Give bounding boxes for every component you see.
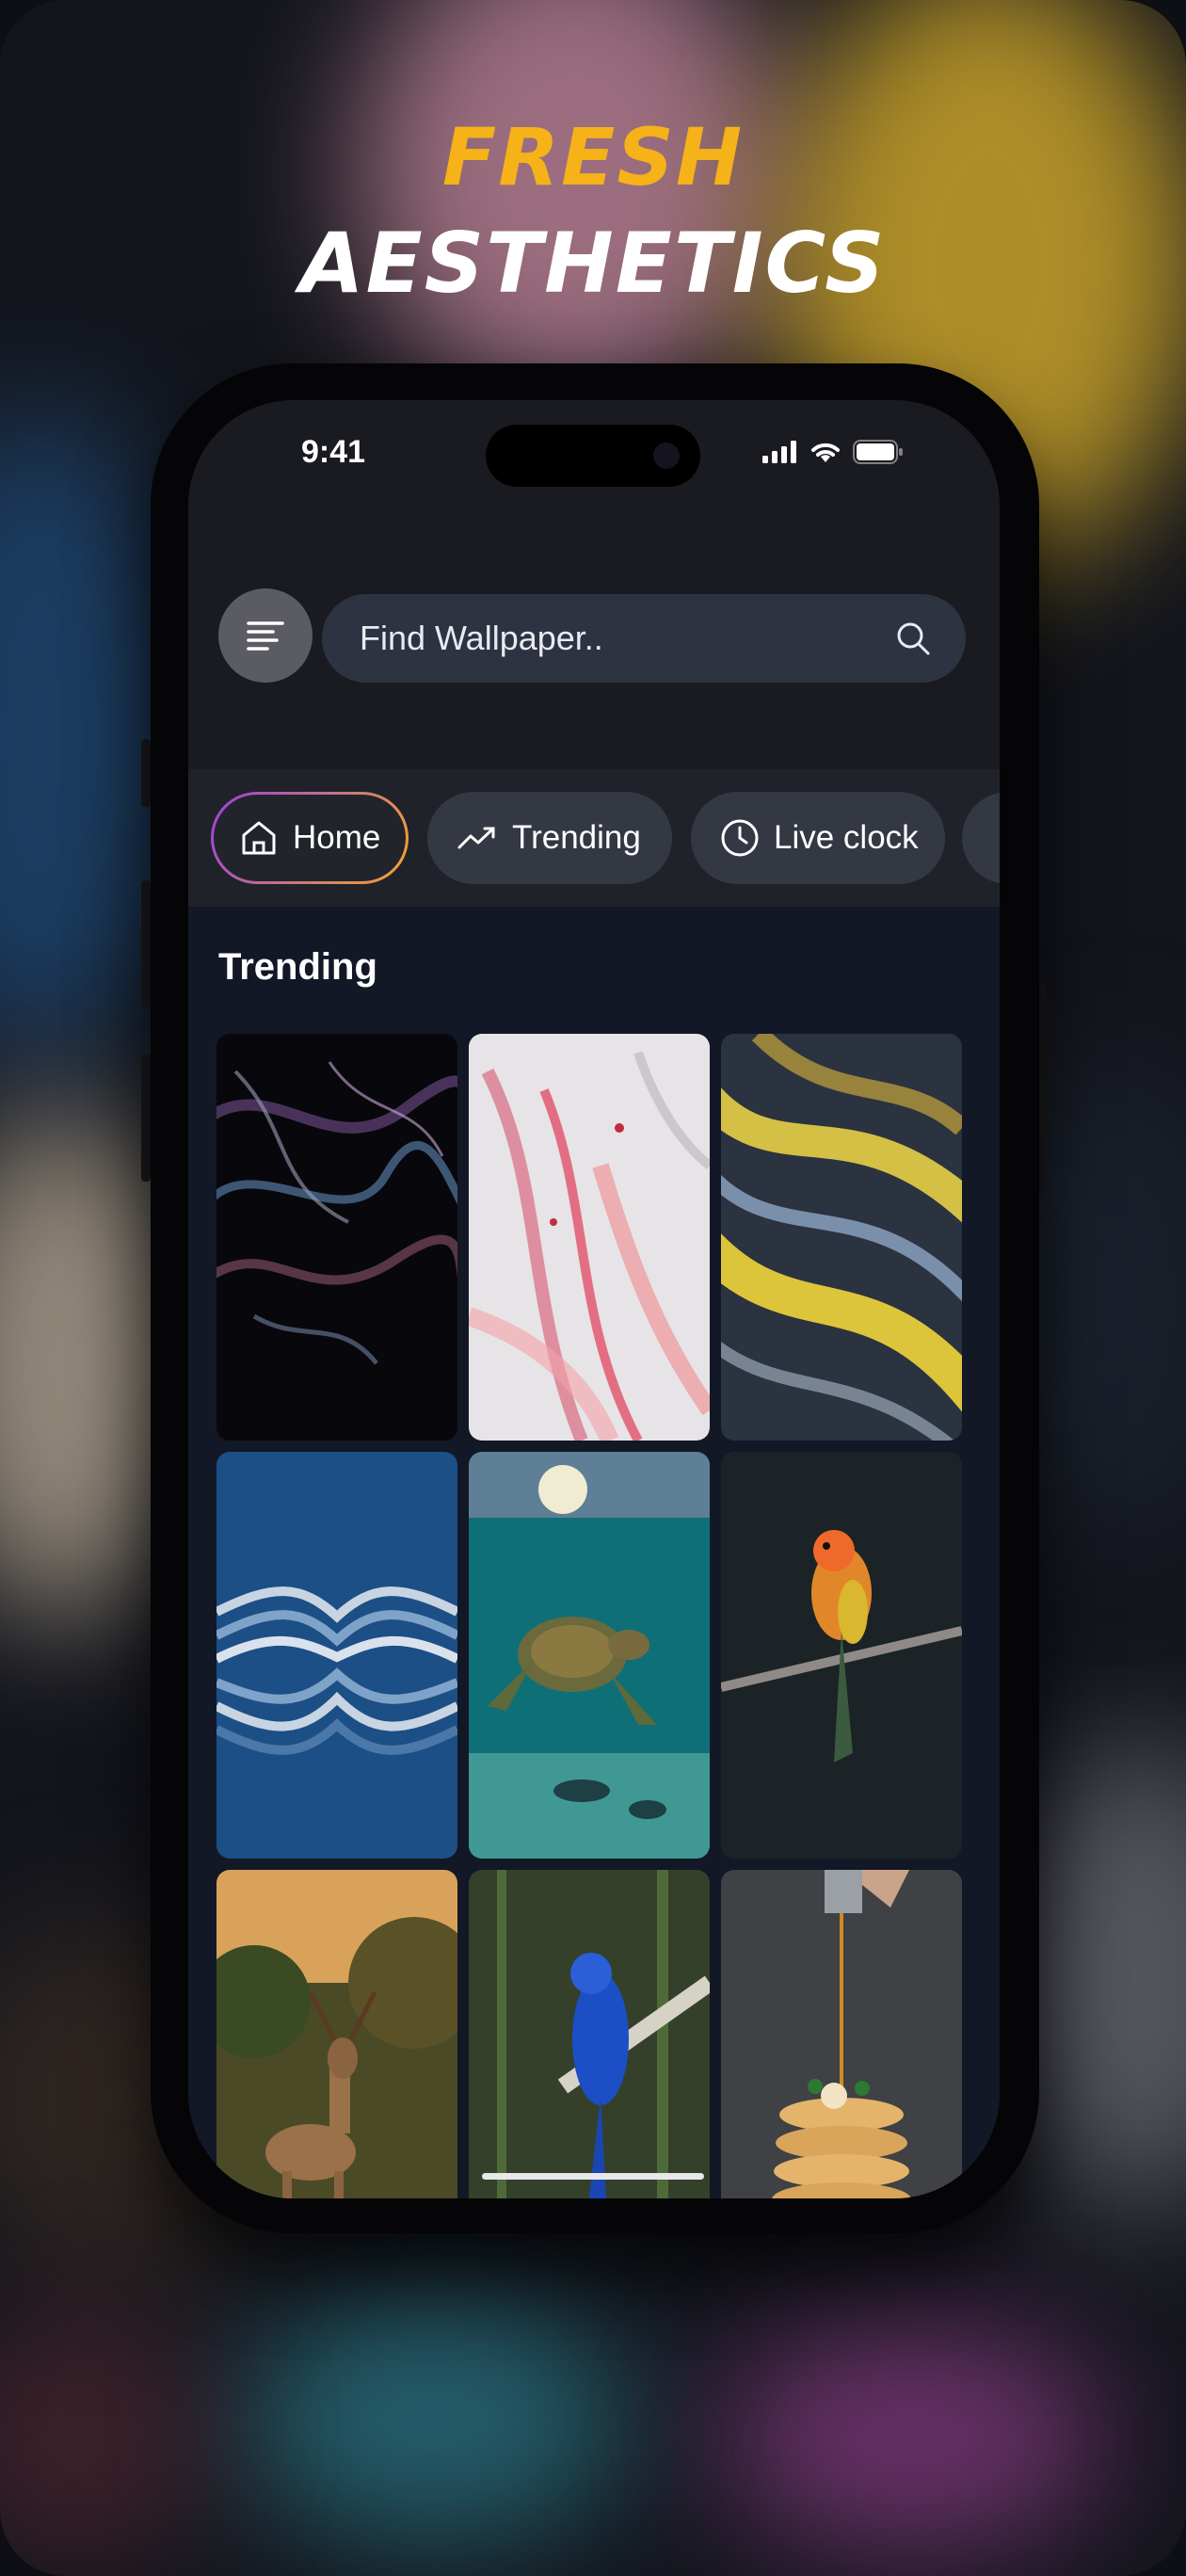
wallpaper-tile[interactable] xyxy=(216,1034,457,1441)
wallpaper-tile[interactable] xyxy=(469,1870,710,2198)
menu-icon xyxy=(247,621,284,651)
menu-button[interactable] xyxy=(218,588,313,683)
wallpaper-tile[interactable] xyxy=(721,1452,962,1859)
chip-trending-label: Trending xyxy=(512,819,641,856)
clock-icon xyxy=(721,819,759,857)
status-bar: 9:41 xyxy=(188,400,1000,504)
chip-home[interactable]: Home xyxy=(211,792,409,884)
phone-action-button xyxy=(141,739,151,807)
home-indicator xyxy=(482,2173,704,2180)
signal-icon xyxy=(762,441,796,463)
chip-live-clock-label: Live clock xyxy=(774,819,919,856)
wallpaper-tile[interactable] xyxy=(469,1034,710,1441)
wallpaper-tile[interactable] xyxy=(469,1452,710,1859)
phone-volume-up-button xyxy=(141,880,151,1007)
main-content: Trending xyxy=(188,907,1000,2198)
trending-icon xyxy=(457,827,495,849)
wifi-icon xyxy=(811,443,840,462)
wallpaper-tile[interactable] xyxy=(216,1870,457,2198)
search-input[interactable]: Find Wallpaper.. xyxy=(322,594,966,683)
search-icon[interactable] xyxy=(894,620,932,657)
battery-icon xyxy=(853,440,903,464)
section-title: Trending xyxy=(218,946,377,988)
chip-live-clock[interactable]: Live clock xyxy=(691,792,945,884)
phone-screen: 9:41 Find Wallpaper.. Home Trending Live… xyxy=(188,400,1000,2198)
wallpaper-tile[interactable] xyxy=(721,1870,962,2198)
dynamic-island xyxy=(486,425,700,487)
headline-line-1: FRESH xyxy=(441,111,745,203)
headline-line-2: AESTHETICS xyxy=(299,215,887,312)
chip-more[interactable] xyxy=(962,792,1000,884)
status-icons xyxy=(762,440,904,464)
home-icon xyxy=(242,821,276,855)
wallpaper-tile[interactable] xyxy=(216,1452,457,1859)
chip-home-label: Home xyxy=(293,819,381,856)
category-chips: Home Trending Live clock xyxy=(188,769,1000,907)
chip-trending[interactable]: Trending xyxy=(427,792,672,884)
phone-volume-down-button xyxy=(141,1055,151,1182)
wallpaper-tile[interactable] xyxy=(721,1034,962,1441)
search-placeholder: Find Wallpaper.. xyxy=(360,619,603,657)
camera-icon xyxy=(653,443,680,469)
status-time: 9:41 xyxy=(301,434,366,470)
